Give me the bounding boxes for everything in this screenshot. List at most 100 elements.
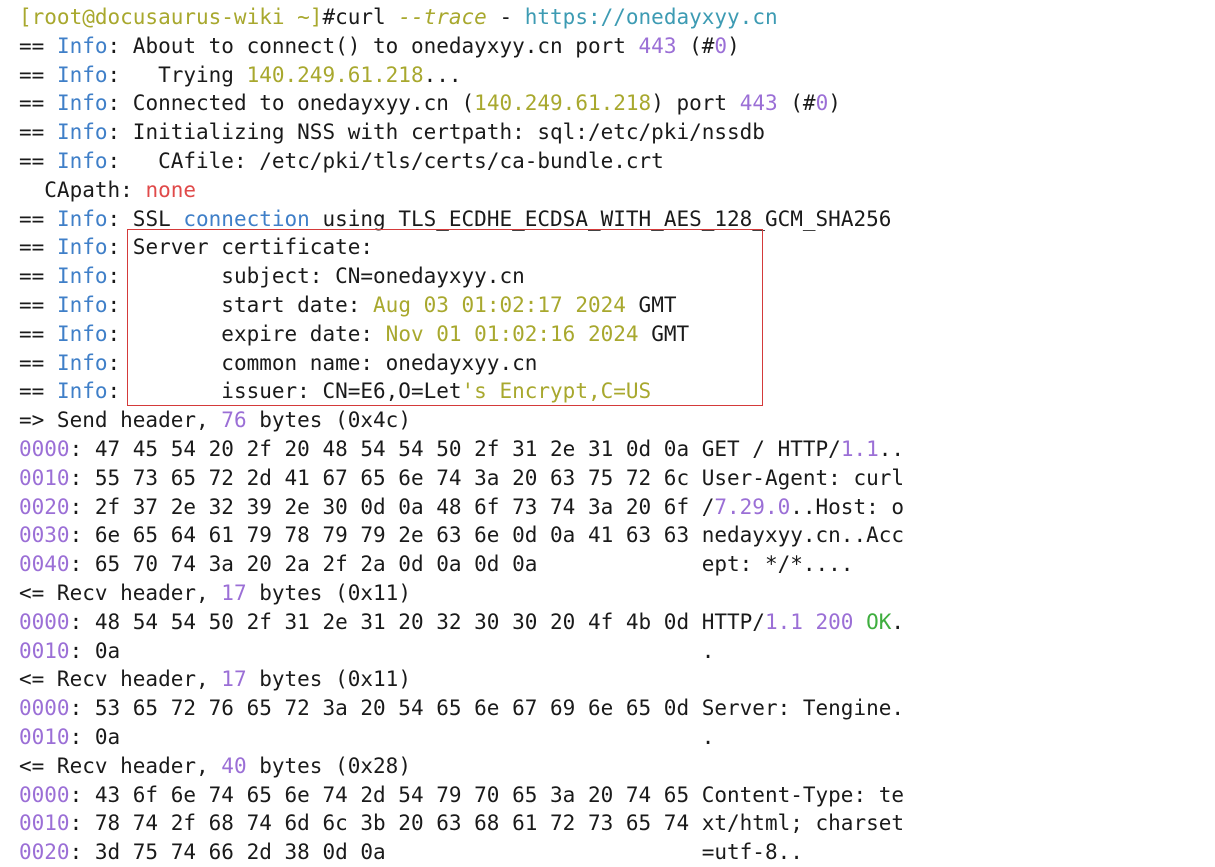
terminal-text: connection (183, 206, 310, 231)
terminal-text: 443 (739, 91, 778, 116)
terminal-text: : 0a . (69, 724, 715, 749)
terminal-text: : 65 70 74 3a 20 2a 2f 2a 0d 0a 0d 0a ep… (69, 552, 854, 577)
terminal-line: [root@docusaurus-wiki ~]#curl --trace - … (19, 3, 1215, 32)
terminal-text: using TLS_ECDHE_ECDSA_WITH_AES_128_GCM_S… (309, 206, 892, 231)
terminal-text: : 0a . (69, 638, 715, 663)
terminal-text: : start date: (107, 292, 374, 317)
terminal-text: 's Encrypt,C=US (461, 379, 652, 404)
terminal-text: (# (676, 33, 715, 58)
terminal-text: GMT (625, 292, 677, 317)
terminal-lines: [root@docusaurus-wiki ~]#curl --trace - … (19, 3, 1215, 867)
terminal-line: => Send header, 76 bytes (0x4c) (19, 406, 1215, 435)
terminal-text: : 3d 75 74 66 2d 38 0d 0a =utf-8.. (69, 840, 803, 865)
terminal-text: CApath: (19, 177, 146, 202)
terminal-output[interactable]: [root@docusaurus-wiki ~]#curl --trace - … (0, 0, 1215, 864)
terminal-text: ... (423, 62, 462, 87)
terminal-text: Info (56, 120, 108, 145)
terminal-text: #curl (322, 5, 399, 29)
terminal-text: --trace (398, 5, 487, 29)
terminal-text: 0010 (19, 638, 70, 663)
terminal-text: <= Recv header, (19, 753, 222, 778)
terminal-text: 0020 (19, 840, 70, 865)
terminal-text: ) port (651, 91, 740, 116)
terminal-text: ..Host: o (790, 494, 905, 519)
terminal-text: == (19, 148, 57, 173)
terminal-text: 0020 (19, 494, 70, 519)
terminal-line: 0030: 6e 65 64 61 79 78 79 79 2e 63 6e 0… (19, 521, 1215, 550)
terminal-text: : subject: CN=onedayxyy.cn (107, 264, 525, 289)
terminal-line: 0010: 0a . (19, 637, 1215, 666)
terminal-text: bytes ( (246, 753, 348, 778)
terminal-line: 0020: 2f 37 2e 32 39 2e 30 0d 0a 48 6f 7… (19, 493, 1215, 522)
terminal-text: (# (777, 91, 816, 116)
terminal-text: <= Recv header, (19, 667, 222, 692)
terminal-text: 0000 (19, 609, 70, 634)
terminal-text: Info (56, 350, 108, 375)
terminal-text: : 47 45 54 20 2f 20 48 54 54 50 2f 31 2e… (69, 436, 841, 461)
terminal-line: == Info: expire date: Nov 01 01:02:16 20… (19, 320, 1215, 349)
terminal-line: 0040: 65 70 74 3a 20 2a 2f 2a 0d 0a 0d 0… (19, 550, 1215, 579)
terminal-text: 0x4c (347, 408, 399, 433)
terminal-text: 7.29.0 (714, 494, 791, 519)
terminal-line: 0020: 3d 75 74 66 2d 38 0d 0a =utf-8.. (19, 838, 1215, 867)
terminal-text: 0010 (19, 724, 70, 749)
terminal-text: 17 (221, 580, 247, 605)
terminal-text: bytes ( (246, 667, 348, 692)
terminal-text: GMT (638, 321, 690, 346)
terminal-line: == Info: issuer: CN=E6,O=Let's Encrypt,C… (19, 377, 1215, 406)
terminal-text: => Send header, (19, 408, 222, 433)
terminal-line: 0000: 43 6f 6e 74 65 6e 74 2d 54 79 70 6… (19, 781, 1215, 810)
terminal-line: == Info: subject: CN=onedayxyy.cn (19, 262, 1215, 291)
terminal-line: == Info: Connected to onedayxyy.cn (140.… (19, 89, 1215, 118)
terminal-line: 0000: 48 54 54 50 2f 31 2e 31 20 32 30 3… (19, 608, 1215, 637)
terminal-text: 0 (815, 91, 829, 116)
terminal-text: . (891, 609, 905, 634)
terminal-line: == Info: Initializing NSS with certpath:… (19, 118, 1215, 147)
terminal-text: Info (56, 235, 108, 260)
terminal-line: == Info: common name: onedayxyy.cn (19, 349, 1215, 378)
terminal-text: : 43 6f 6e 74 65 6e 74 2d 54 79 70 65 3a… (69, 782, 905, 807)
terminal-text: Info (56, 292, 108, 317)
terminal-text: : expire date: (107, 321, 386, 346)
terminal-text: Info (56, 62, 108, 87)
terminal-text: == (19, 350, 57, 375)
terminal-text: 0010 (19, 465, 70, 490)
terminal-text: == (19, 379, 57, 404)
terminal-text: == (19, 206, 57, 231)
terminal-text: 17 (221, 667, 247, 692)
terminal-text: 140.249.61.218 (246, 62, 424, 87)
terminal-text: 76 (221, 408, 247, 433)
terminal-text: 0000 (19, 436, 70, 461)
terminal-text: 40 (221, 753, 247, 778)
terminal-line: 0000: 53 65 72 76 65 72 3a 20 54 65 6e 6… (19, 694, 1215, 723)
terminal-line: <= Recv header, 17 bytes (0x11) (19, 579, 1215, 608)
terminal-text: Aug 03 01:02:17 2024 (373, 292, 626, 317)
terminal-text: ) (727, 33, 740, 58)
terminal-text: 0010 (19, 811, 70, 836)
terminal-text: 0x11 (347, 580, 399, 605)
terminal-text: 0x11 (347, 667, 399, 692)
terminal-text: Info (56, 148, 108, 173)
terminal-text: .. (878, 436, 905, 461)
terminal-text: == (19, 91, 57, 116)
terminal-line: == Info: Trying 140.249.61.218... (19, 61, 1215, 90)
terminal-text: : Initializing NSS with certpath: sql:/e… (107, 120, 765, 145)
terminal-text: == (19, 321, 57, 346)
terminal-text: == (19, 120, 57, 145)
terminal-text: : Trying (107, 62, 247, 87)
terminal-text: 0000 (19, 782, 70, 807)
terminal-line: == Info: SSL connection using TLS_ECDHE_… (19, 205, 1215, 234)
terminal-text: 1.1 200 (764, 609, 854, 634)
terminal-line: 0000: 47 45 54 20 2f 20 48 54 54 50 2f 3… (19, 435, 1215, 464)
terminal-text: : common name: onedayxyy.cn (107, 350, 538, 375)
terminal-text: 1.1 (840, 436, 879, 461)
terminal-line: 0010: 55 73 65 72 2d 41 67 65 6e 74 3a 2… (19, 464, 1215, 493)
terminal-text: 0000 (19, 696, 70, 721)
terminal-text: : 6e 65 64 61 79 78 79 79 2e 63 6e 0d 0a… (69, 523, 905, 548)
terminal-text: == (19, 264, 57, 289)
terminal-text: : 55 73 65 72 2d 41 67 65 6e 74 3a 20 63… (69, 465, 905, 490)
terminal-text: none (145, 177, 197, 202)
terminal-text: : Server certificate: (107, 235, 374, 260)
terminal-text: [root@docusaurus-wiki ~] (19, 5, 323, 29)
terminal-text: 0040 (19, 552, 70, 577)
